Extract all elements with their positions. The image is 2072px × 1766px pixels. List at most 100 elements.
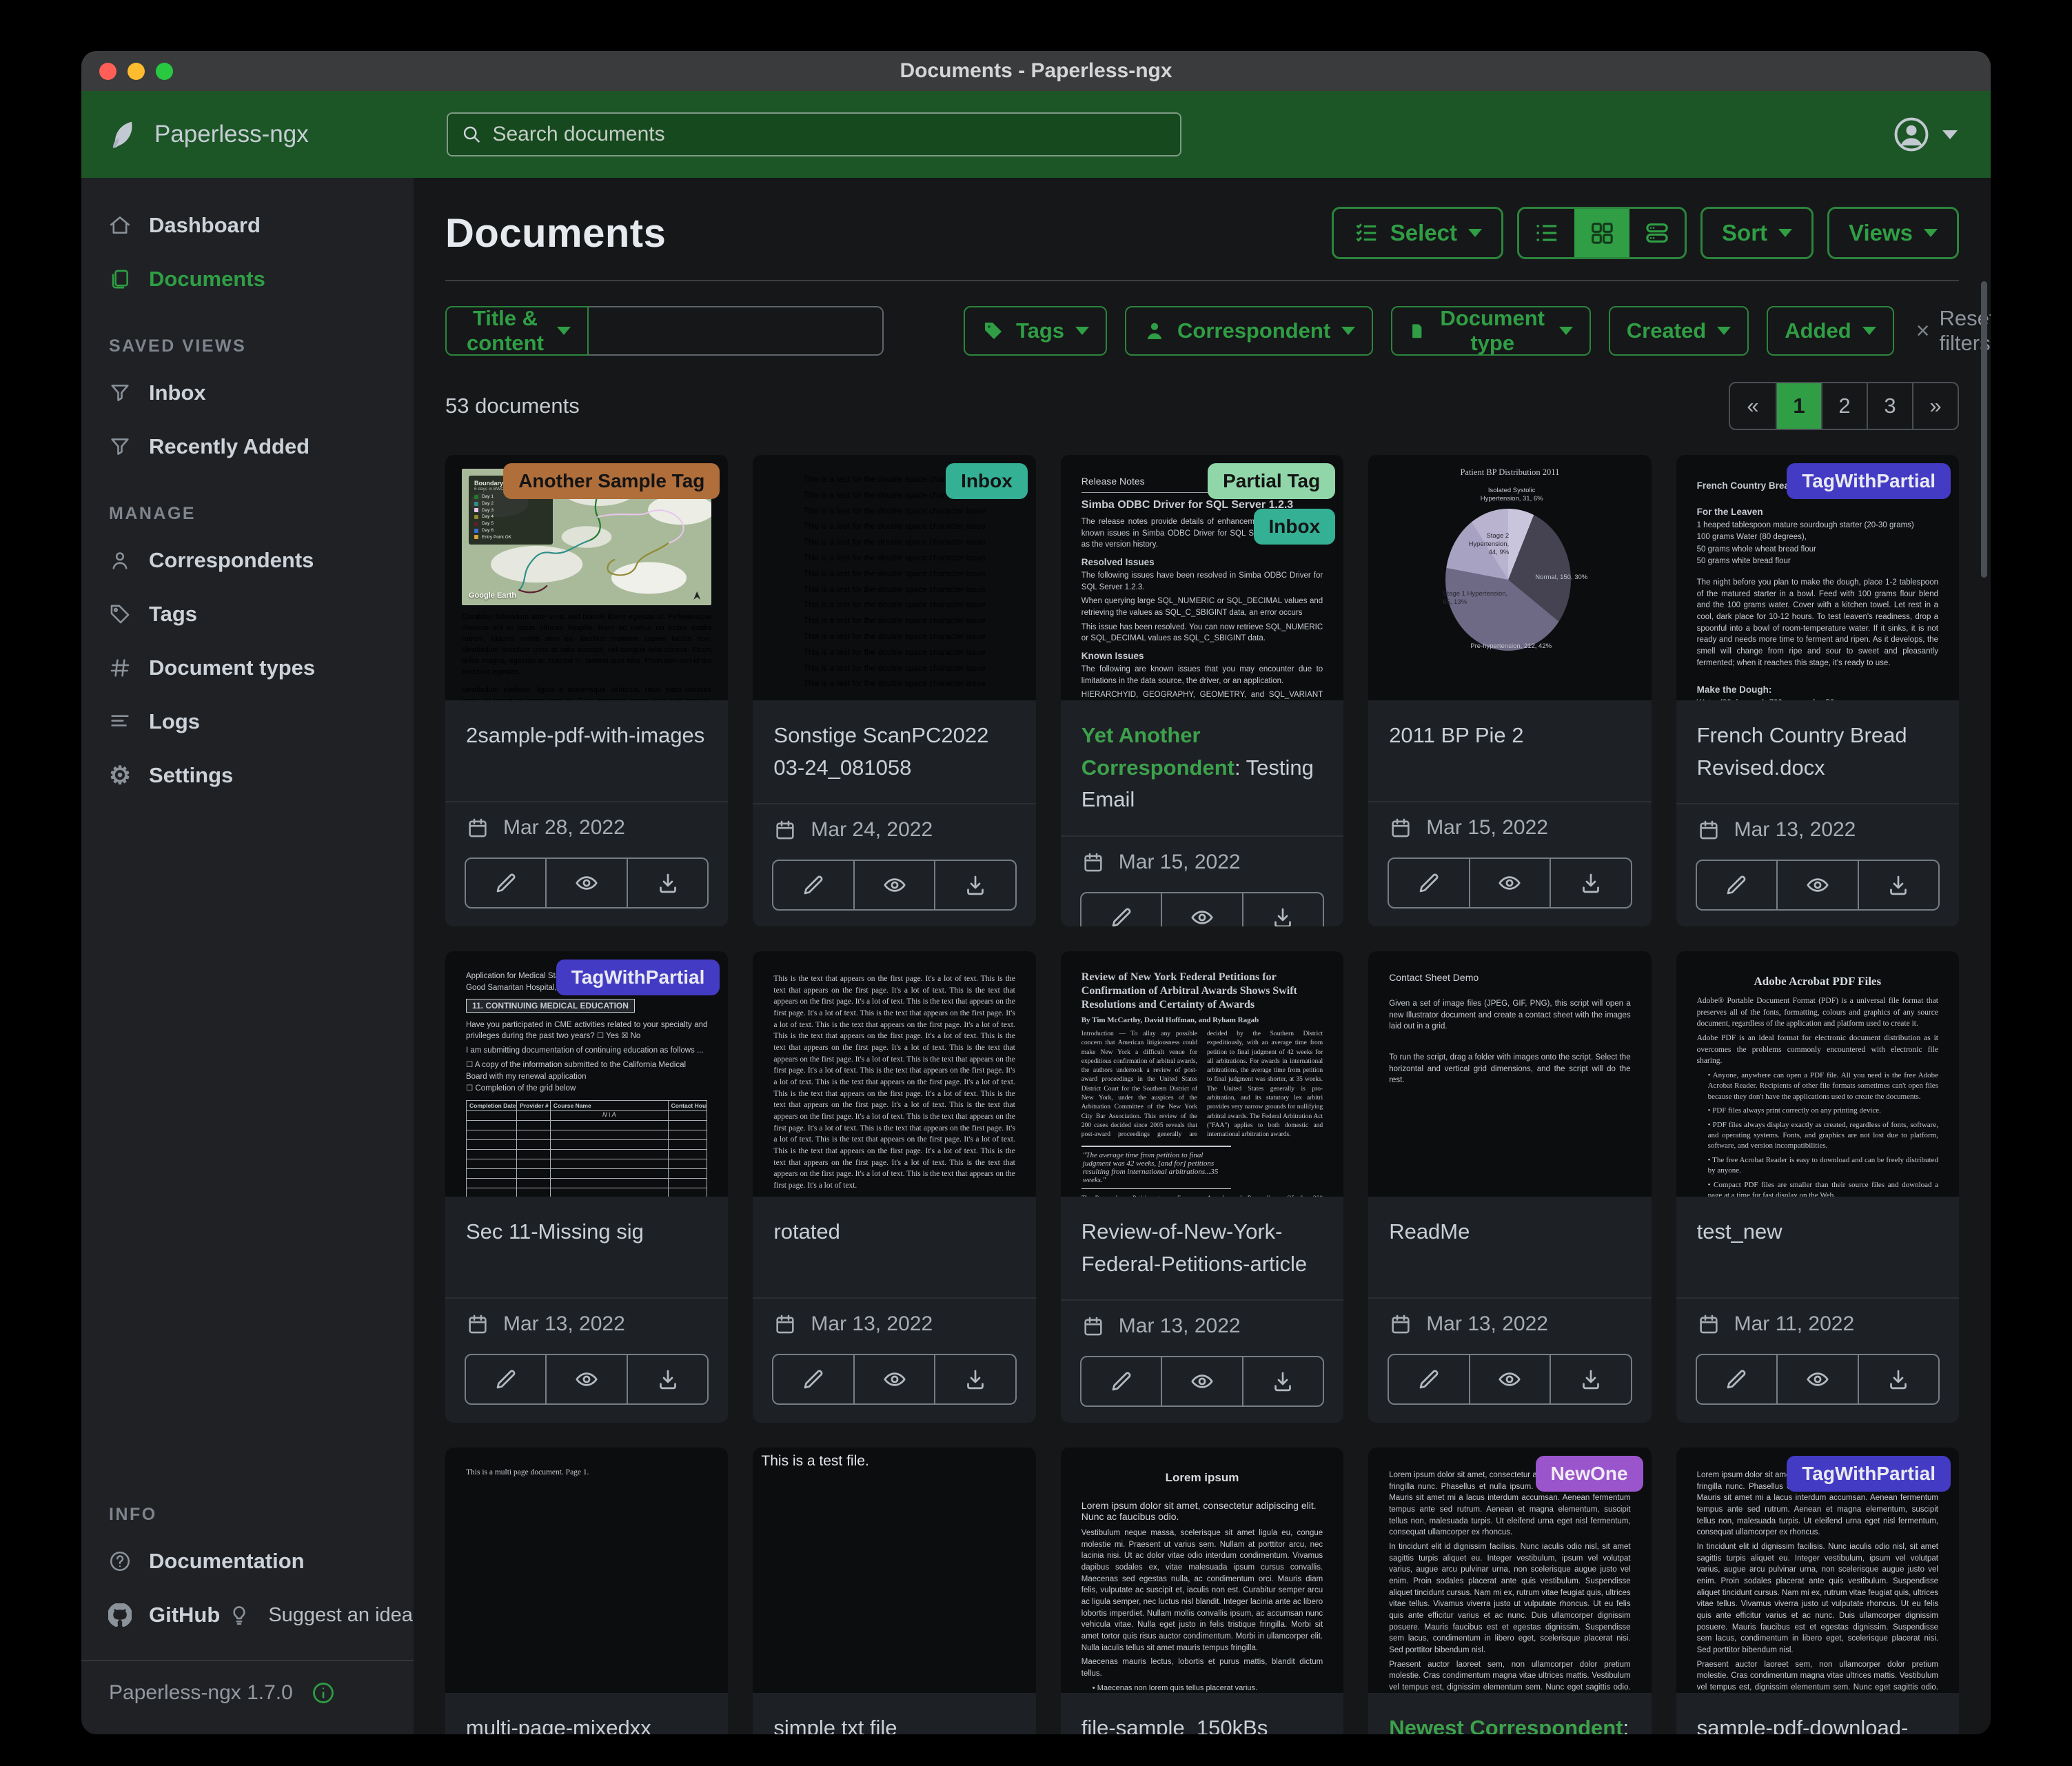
filter-tags-button[interactable]: Tags [964, 306, 1107, 356]
pagination-page-current[interactable]: 1 [1776, 383, 1821, 429]
saved-view-inbox[interactable]: Inbox [81, 366, 414, 420]
document-title[interactable]: test_new [1697, 1216, 1938, 1248]
sidebar-item-tags[interactable]: Tags [81, 587, 414, 641]
detail-view-button[interactable] [1629, 209, 1685, 257]
edit-button[interactable] [1080, 1356, 1162, 1407]
document-title[interactable]: sample-pdf-download-10-mb-longer-title [1697, 1712, 1938, 1734]
filter-text-input[interactable] [589, 306, 884, 356]
download-button[interactable] [1243, 1356, 1324, 1407]
filter-correspondent-button[interactable]: Correspondent [1125, 306, 1373, 356]
view-button[interactable] [547, 1354, 627, 1405]
document-thumbnail[interactable]: This is a test for the double space char… [753, 455, 1035, 700]
view-button[interactable] [1162, 892, 1243, 927]
sidebar-item-logs[interactable]: Logs [81, 695, 414, 749]
grid-view-button[interactable] [1574, 209, 1629, 257]
view-button[interactable] [1778, 1354, 1858, 1405]
view-button[interactable] [547, 857, 627, 909]
document-thumbnail[interactable]: This is a multi page document. Page 1. [445, 1448, 728, 1693]
download-button[interactable] [1551, 1354, 1632, 1405]
search-input[interactable] [492, 123, 1168, 146]
pagination-button[interactable]: » [1912, 383, 1958, 429]
tag-badge[interactable]: Inbox [946, 463, 1028, 499]
document-thumbnail[interactable]: Contact Sheet DemoGiven a set of image f… [1368, 951, 1651, 1197]
tag-badge[interactable]: Partial Tag [1208, 463, 1335, 499]
app-logo[interactable]: Paperless-ngx [106, 116, 309, 152]
filter-field-selector[interactable]: Title & content [445, 306, 589, 356]
download-button[interactable] [935, 860, 1016, 911]
filter-created-button[interactable]: Created [1609, 306, 1749, 356]
view-button[interactable] [855, 1354, 935, 1405]
document-title[interactable]: Review-of-New-York-Federal-Petitions-art… [1081, 1216, 1323, 1280]
pagination-button[interactable]: « [1730, 383, 1776, 429]
download-button[interactable] [628, 1354, 709, 1405]
pagination-button[interactable]: 3 [1867, 383, 1912, 429]
close-window-button[interactable] [99, 63, 116, 80]
filter-added-button[interactable]: Added [1767, 306, 1893, 356]
pagination-button[interactable]: 2 [1821, 383, 1867, 429]
sidebar-item-documentation[interactable]: Documentation [81, 1534, 414, 1588]
edit-button[interactable] [1388, 857, 1470, 909]
search-bar[interactable] [447, 112, 1181, 156]
document-thumbnail[interactable]: Lorem ipsumLorem ipsum dolor sit amet, c… [1061, 1448, 1343, 1693]
tag-badge[interactable]: NewOne [1536, 1456, 1643, 1492]
tag-badge[interactable]: Inbox [1254, 509, 1336, 545]
download-button[interactable] [1551, 857, 1632, 909]
edit-button[interactable] [1696, 860, 1778, 911]
sidebar-item-settings[interactable]: ⚙Settings [81, 749, 414, 802]
edit-button[interactable] [1388, 1354, 1470, 1405]
document-thumbnail[interactable]: Release NotesSimba ODBC Driver for SQL S… [1061, 455, 1343, 700]
edit-button[interactable] [465, 857, 547, 909]
download-button[interactable] [1243, 892, 1324, 927]
document-title[interactable]: rotated [773, 1216, 1015, 1248]
edit-button[interactable] [1696, 1354, 1778, 1405]
sidebar-link-suggest-an-idea[interactable]: Suggest an idea [220, 1588, 413, 1642]
filter-document-type-button[interactable]: Document type [1391, 306, 1591, 356]
document-correspondent[interactable]: Yet Another Correspondent [1081, 723, 1235, 780]
user-menu[interactable] [1891, 114, 1958, 154]
document-title[interactable]: French Country Bread Revised.docx [1697, 720, 1938, 784]
sidebar-item-dashboard[interactable]: Dashboard [81, 199, 414, 252]
edit-button[interactable] [1080, 892, 1162, 927]
sort-button[interactable]: Sort [1700, 207, 1814, 259]
document-title[interactable]: Sonstige ScanPC2022 03-24_081058 [773, 720, 1015, 784]
sidebar-item-document-types[interactable]: Document types [81, 641, 414, 695]
download-button[interactable] [628, 857, 709, 909]
info-icon[interactable] [311, 1681, 336, 1705]
edit-button[interactable] [772, 860, 854, 911]
document-thumbnail[interactable]: Boundary Waters Trip6 days in BWCADay 1D… [445, 455, 728, 700]
sidebar-link-github[interactable]: GitHub [81, 1588, 220, 1642]
document-title[interactable]: simple txt file [773, 1712, 1015, 1734]
download-button[interactable] [1859, 1354, 1940, 1405]
view-button[interactable] [1162, 1356, 1243, 1407]
document-thumbnail[interactable]: Application for Medical Staff MembersGoo… [445, 951, 728, 1197]
document-thumbnail[interactable]: This is a test file. [753, 1448, 1035, 1693]
document-thumbnail[interactable]: This is the text that appears on the fir… [753, 951, 1035, 1197]
document-correspondent[interactable]: Newest Correspondent [1389, 1716, 1623, 1734]
view-button[interactable] [1470, 1354, 1551, 1405]
select-button[interactable]: Select [1332, 207, 1503, 259]
edit-button[interactable] [772, 1354, 854, 1405]
document-thumbnail[interactable]: Lorem ipsum dolor sit amet, consectetur … [1676, 1448, 1959, 1693]
download-button[interactable] [1859, 860, 1940, 911]
view-button[interactable] [855, 860, 935, 911]
document-title[interactable]: file-sample_150kBs [1081, 1712, 1323, 1734]
document-thumbnail[interactable]: French Country BreadFor the Leaven1 heap… [1676, 455, 1959, 700]
document-title[interactable]: multi-page-mixedxx [466, 1712, 707, 1734]
document-thumbnail[interactable]: Review of New York Federal Petitions for… [1061, 951, 1343, 1197]
sidebar-item-documents[interactable]: Documents [81, 252, 414, 306]
saved-view-recently-added[interactable]: Recently Added [81, 420, 414, 474]
document-title[interactable]: ReadMe [1389, 1216, 1630, 1248]
tag-badge[interactable]: Another Sample Tag [503, 463, 720, 499]
document-thumbnail[interactable]: Adobe Acrobat PDF FilesAdobe® Portable D… [1676, 951, 1959, 1197]
document-title[interactable]: 2011 BP Pie 2 [1389, 720, 1630, 752]
reset-filters-button[interactable]: × Reset filters [1916, 306, 1991, 356]
document-title[interactable]: Yet Another Correspondent: Testing Email [1081, 720, 1323, 816]
document-title[interactable]: 2sample-pdf-with-images [466, 720, 707, 752]
edit-button[interactable] [465, 1354, 547, 1405]
list-view-button[interactable] [1519, 209, 1574, 257]
view-button[interactable] [1778, 860, 1858, 911]
views-button[interactable]: Views [1827, 207, 1959, 259]
scrollbar-thumb[interactable] [1981, 281, 1987, 578]
tag-badge[interactable]: TagWithPartial [556, 960, 720, 995]
sidebar-item-correspondents[interactable]: Correspondents [81, 534, 414, 587]
